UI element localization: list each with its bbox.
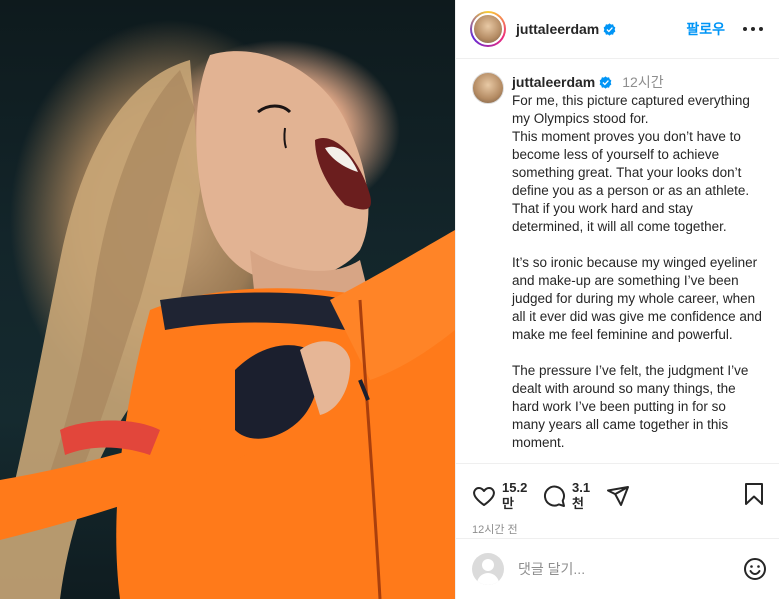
post-photo[interactable] <box>0 0 455 599</box>
post-time-ago: 12시간 전 <box>472 524 518 536</box>
author-avatar[interactable] <box>470 11 506 47</box>
emoji-icon[interactable] <box>743 557 767 581</box>
caption-author-avatar[interactable] <box>472 72 504 104</box>
like-count: 15.2 만 <box>502 480 528 511</box>
comment-input[interactable] <box>518 561 743 577</box>
like-button[interactable]: 15.2 만 <box>472 480 528 512</box>
viewer-avatar <box>472 553 504 585</box>
verified-icon <box>599 75 612 89</box>
action-bar: 15.2 만 3.1 천 12시간 전 <box>456 463 779 538</box>
post-header: juttaleerdam 팔로우 <box>456 0 779 59</box>
author-username[interactable]: juttaleerdam <box>516 21 599 37</box>
comment-count: 3.1 천 <box>572 480 591 511</box>
share-icon <box>607 486 629 506</box>
post-panel: juttaleerdam 팔로우 juttaleerdam 12시간 For m… <box>455 0 779 599</box>
verified-icon <box>603 22 616 36</box>
caption-text: For me, this picture captured everything… <box>512 93 762 450</box>
caption-area[interactable]: juttaleerdam 12시간 For me, this picture c… <box>456 60 779 463</box>
comment-box <box>456 538 779 599</box>
bookmark-icon <box>745 482 763 505</box>
comment-icon <box>543 485 565 507</box>
follow-button[interactable]: 팔로우 <box>686 19 725 39</box>
comment-button[interactable]: 3.1 천 <box>542 480 598 512</box>
save-button[interactable] <box>743 482 765 511</box>
skater-illustration <box>0 51 455 599</box>
share-button[interactable] <box>606 484 630 508</box>
more-options-icon[interactable] <box>741 19 765 39</box>
caption-username[interactable]: juttaleerdam <box>512 74 595 90</box>
caption-timestamp: 12시간 <box>622 74 664 90</box>
heart-icon <box>473 487 495 506</box>
